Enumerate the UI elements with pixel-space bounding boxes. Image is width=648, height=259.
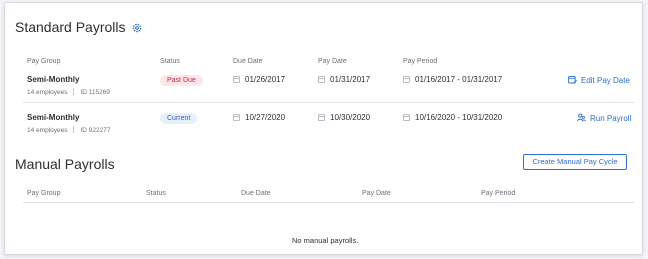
status-badge: Current <box>160 113 198 124</box>
col-status: Status <box>160 58 180 65</box>
pay-date: 01/31/2017 <box>318 75 370 84</box>
col-pay-period: Pay Period <box>403 58 438 65</box>
col-status: Status <box>146 190 166 197</box>
standard-payrolls-header: Standard Payrolls <box>15 19 142 35</box>
pay-group-meta: 14 employees ID 922277 <box>27 126 110 134</box>
calendar-icon <box>233 76 240 83</box>
col-pay-date: Pay Date <box>362 190 391 197</box>
pay-group-meta: 14 employees ID 115269 <box>27 88 110 96</box>
col-pay-group: Pay Group <box>27 58 61 65</box>
calendar-icon <box>403 76 410 83</box>
calendar-icon <box>233 114 240 121</box>
run-payroll-link[interactable]: Run Payroll <box>577 113 631 123</box>
pay-date-value: 01/31/2017 <box>330 75 371 84</box>
gear-icon[interactable] <box>132 20 142 33</box>
pay-group-name: Semi-Monthly <box>27 75 80 84</box>
pay-period-value: 01/16/2017 - 01/31/2017 <box>415 75 503 84</box>
col-pay-period: Pay Period <box>481 190 516 197</box>
col-due-date: Due Date <box>233 58 263 65</box>
due-date: 10/27/2020 <box>233 113 285 122</box>
calendar-edit-icon <box>568 75 577 84</box>
run-payroll-label: Run Payroll <box>590 114 632 123</box>
header-divider <box>23 202 634 203</box>
col-pay-group: Pay Group <box>27 190 61 197</box>
separator <box>73 88 75 95</box>
due-date-value: 01/26/2017 <box>245 75 286 84</box>
status-badge: Past Due <box>160 75 203 86</box>
col-pay-date: Pay Date <box>318 58 347 65</box>
edit-pay-date-link[interactable]: Edit Pay Date <box>568 75 630 85</box>
due-date-value: 10/27/2020 <box>245 113 286 122</box>
create-manual-pay-cycle-button[interactable]: Create Manual Pay Cycle <box>523 154 627 170</box>
standard-payrolls-title: Standard Payrolls <box>15 19 126 35</box>
people-icon <box>577 113 586 122</box>
employee-count: 14 employees <box>27 89 68 96</box>
row-divider <box>23 102 634 103</box>
pay-group-name: Semi-Monthly <box>27 113 80 122</box>
employee-count: 14 employees <box>27 127 68 134</box>
col-due-date: Due Date <box>241 190 271 197</box>
calendar-icon <box>318 76 325 83</box>
pay-group-id: ID 115269 <box>80 89 110 96</box>
manual-payrolls-title: Manual Payrolls <box>15 156 115 172</box>
empty-state-message: No manual payrolls. <box>292 236 359 245</box>
calendar-icon <box>403 114 410 121</box>
due-date: 01/26/2017 <box>233 75 285 84</box>
pay-period-value: 10/16/2020 - 10/31/2020 <box>415 113 503 122</box>
pay-date-value: 10/30/2020 <box>330 113 371 122</box>
separator <box>73 126 75 133</box>
pay-group-id: ID 922277 <box>80 127 111 134</box>
calendar-icon <box>318 114 325 121</box>
pay-date: 10/30/2020 <box>318 113 370 122</box>
payrolls-card: Standard Payrolls Pay Group Status Due D… <box>4 2 643 255</box>
pay-period: 01/16/2017 - 01/31/2017 <box>403 75 502 84</box>
edit-pay-date-label: Edit Pay Date <box>581 76 630 85</box>
pay-period: 10/16/2020 - 10/31/2020 <box>403 113 502 122</box>
